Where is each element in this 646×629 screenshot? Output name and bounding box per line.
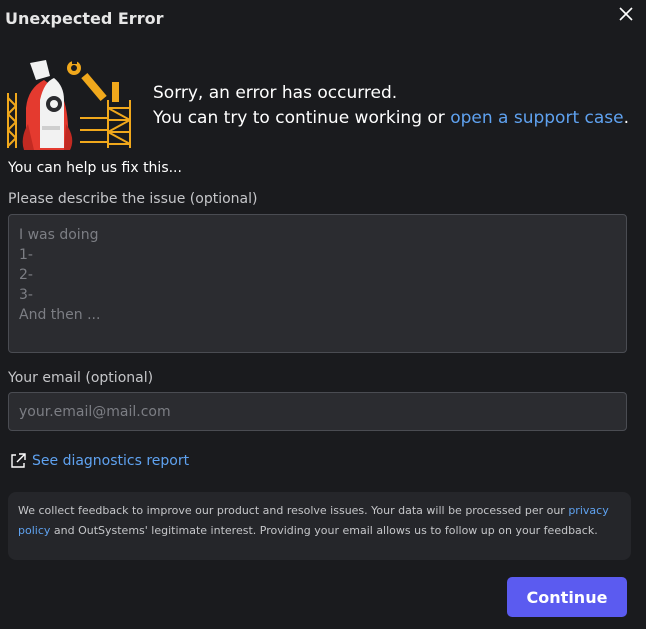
rocket-nose	[30, 60, 50, 80]
issue-description-textarea[interactable]	[8, 214, 627, 353]
continue-button[interactable]: Continue	[507, 577, 627, 617]
notice-text-after: and OutSystems' legitimate interest. Pro…	[50, 524, 598, 537]
line2-suffix: .	[623, 108, 629, 128]
dialog-title: Unexpected Error	[5, 9, 164, 28]
scaffold-right	[80, 100, 131, 148]
help-heading: You can help us fix this...	[8, 160, 182, 176]
notice-text-before: We collect feedback to improve our produ…	[18, 504, 569, 517]
email-label: Your email (optional)	[8, 370, 154, 386]
email-input[interactable]	[8, 392, 627, 431]
open-support-case-link[interactable]: open a support case	[450, 108, 623, 128]
see-diagnostics-report-link[interactable]: See diagnostics report	[9, 452, 189, 470]
error-message: Sorry, an error has occurred. You can tr…	[153, 81, 629, 131]
rocket-illustration	[7, 58, 131, 150]
error-message-line1: Sorry, an error has occurred.	[153, 83, 398, 103]
crane-arm	[67, 58, 119, 102]
rocket-body	[22, 78, 73, 150]
close-icon[interactable]	[617, 5, 635, 23]
issue-label: Please describe the issue (optional)	[8, 191, 258, 207]
line2-prefix: You can try to continue working or	[153, 108, 451, 128]
external-link-icon	[11, 453, 26, 468]
scaffold-left	[7, 93, 17, 148]
diagnostics-label: See diagnostics report	[32, 453, 190, 469]
privacy-notice: We collect feedback to improve our produ…	[8, 492, 631, 560]
error-message-line2: You can try to continue working or open …	[153, 106, 629, 131]
